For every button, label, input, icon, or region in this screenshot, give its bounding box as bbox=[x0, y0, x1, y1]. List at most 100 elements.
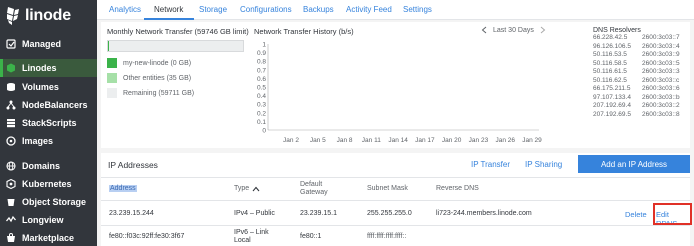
legend-swatch bbox=[107, 73, 117, 83]
dns-ipv4: 50.116.61.5 bbox=[593, 68, 627, 75]
x-tick-label: Jan 2 bbox=[283, 137, 299, 144]
tab-settings[interactable]: Settings bbox=[403, 5, 432, 14]
column-header-address[interactable]: Address bbox=[109, 185, 137, 193]
sidebar-item-volumes[interactable]: Volumes bbox=[0, 78, 97, 96]
dns-resolver-row: 96.126.106.5 2600:3c03::4 bbox=[593, 43, 690, 52]
sidebar: linode Managed Linodes Volumes NodeBalan… bbox=[0, 0, 97, 246]
dns-resolver-row: 50.116.61.5 2600:3c03::3 bbox=[593, 68, 690, 77]
sidebar-item-stackscripts[interactable]: StackScripts bbox=[0, 114, 97, 132]
domains-icon bbox=[6, 161, 16, 171]
x-tick-label: Jan 5 bbox=[310, 137, 326, 144]
sidebar-item-images[interactable]: Images bbox=[0, 132, 97, 150]
legend-label: Remaining (59711 GB) bbox=[123, 89, 195, 97]
tab-backups[interactable]: Backups bbox=[303, 5, 334, 14]
y-tick-label: 0.2 bbox=[257, 110, 266, 117]
dns-ipv6: 2600:3c03::7 bbox=[642, 34, 680, 41]
linode-logo-icon bbox=[7, 7, 19, 25]
tab-analytics[interactable]: Analytics bbox=[109, 5, 141, 14]
legend-swatch bbox=[107, 58, 117, 68]
sidebar-item-label: Managed bbox=[22, 39, 62, 49]
sidebar-item-kubernetes[interactable]: Kubernetes bbox=[0, 175, 97, 193]
ip-address-cell: 23.239.15.244 bbox=[109, 210, 154, 217]
brand-name: linode bbox=[25, 7, 71, 24]
dns-resolver-row: 97.107.133.4 2600:3c03::b bbox=[593, 94, 690, 103]
sidebar-item-label: StackScripts bbox=[22, 118, 77, 128]
y-tick-label: 0 bbox=[262, 128, 266, 135]
sidebar-item-nodebalancers[interactable]: NodeBalancers bbox=[0, 96, 97, 114]
chart-svg: 10.9 0.80.7 0.6 0.50.4 0.30.2 0.1 0 Jan 2 Jan 5 J… bbox=[257, 42, 542, 145]
active-tab-indicator bbox=[144, 18, 194, 20]
ip-type-cell: IPv4 – Public bbox=[234, 210, 275, 217]
column-header-gateway[interactable]: Default Gateway bbox=[300, 181, 328, 197]
sidebar-item-managed[interactable]: Managed bbox=[0, 35, 97, 53]
x-tick-label: Jan 11 bbox=[362, 137, 381, 144]
transfer-usage-bar bbox=[107, 40, 244, 52]
sidebar-item-longview[interactable]: Longview bbox=[0, 211, 97, 229]
sidebar-item-object-storage[interactable]: Object Storage bbox=[0, 193, 97, 211]
y-tick-label: 0.5 bbox=[257, 85, 266, 92]
ip-sharing-button[interactable]: IP Sharing bbox=[525, 160, 562, 169]
sort-up-icon bbox=[252, 186, 260, 192]
dns-ipv6: 2600:3c03::b bbox=[642, 93, 680, 101]
dns-resolver-row: 50.116.62.5 2600:3c03::c bbox=[593, 77, 690, 86]
date-range-label: Last 30 Days bbox=[493, 26, 534, 34]
tab-configurations[interactable]: Configurations bbox=[240, 5, 292, 14]
legend-label: Other entities (35 GB) bbox=[123, 74, 192, 82]
y-tick-label: 0.4 bbox=[257, 93, 266, 100]
ip-type-line1: IPv6 – Link bbox=[234, 229, 269, 236]
dns-ipv6: 2600:3c03::5 bbox=[642, 59, 680, 67]
dns-ipv6: 2600:3c03::2 bbox=[642, 102, 680, 109]
sidebar-item-linodes[interactable]: Linodes bbox=[0, 59, 97, 77]
legend-item: Remaining (59711 GB) bbox=[107, 88, 194, 98]
ip-mask-cell: ffff:ffff:ffff:ffff:: bbox=[367, 233, 407, 240]
delete-ip-button[interactable]: Delete bbox=[625, 210, 647, 219]
tab-network[interactable]: Network bbox=[154, 5, 183, 14]
y-tick-label: 0.7 bbox=[257, 67, 266, 74]
monthly-transfer-title: Monthly Network Transfer (59746 GB limit… bbox=[107, 27, 249, 36]
column-header-reverse-dns[interactable]: Reverse DNS bbox=[436, 185, 479, 193]
x-tick-label: Jan 14 bbox=[388, 137, 408, 144]
add-ip-address-button[interactable]: Add an IP Address bbox=[578, 155, 690, 173]
tab-bar: Analytics Network Storage Configurations… bbox=[97, 0, 694, 20]
legend-swatch bbox=[107, 88, 117, 98]
chevron-left-icon[interactable] bbox=[481, 26, 487, 34]
sidebar-item-marketplace[interactable]: Marketplace bbox=[0, 229, 97, 246]
x-tick-label: Jan 23 bbox=[469, 137, 489, 144]
dns-resolver-row: 207.192.69.4 2600:3c03::2 bbox=[593, 102, 690, 111]
nodebalancers-icon bbox=[6, 100, 16, 110]
object-storage-icon bbox=[7, 199, 15, 206]
column-header-gateway-line2: Gateway bbox=[300, 189, 328, 196]
dns-ipv4: 50.116.58.5 bbox=[593, 59, 627, 67]
x-tick-label: Jan 26 bbox=[495, 137, 515, 144]
y-tick-label: 0.8 bbox=[257, 59, 266, 66]
date-range-picker: Last 30 Days bbox=[481, 26, 546, 34]
column-header-type-label: Type bbox=[234, 185, 250, 192]
linode-logo[interactable]: linode bbox=[5, 5, 71, 27]
dns-ipv6: 2600:3c03::3 bbox=[642, 68, 680, 75]
tab-activity-feed[interactable]: Activity Feed bbox=[346, 5, 392, 14]
dns-resolver-row: 66.228.42.5 2600:3c03::7 bbox=[593, 34, 690, 43]
y-tick-label: 1 bbox=[262, 42, 266, 49]
y-tick-label: 0.3 bbox=[257, 102, 266, 109]
ip-type-line2: Local bbox=[234, 237, 251, 244]
sidebar-item-label: Domains bbox=[22, 161, 61, 171]
tab-storage[interactable]: Storage bbox=[199, 5, 227, 14]
dns-resolver-row: 207.192.69.5 2600:3c03::8 bbox=[593, 111, 690, 120]
divider bbox=[101, 225, 690, 226]
chevron-right-icon[interactable] bbox=[540, 26, 546, 34]
column-header-subnet-mask[interactable]: Subnet Mask bbox=[367, 185, 408, 193]
column-header-address-label: Address bbox=[109, 185, 137, 192]
ip-addresses-panel: IP Addresses IP Transfer IP Sharing Add … bbox=[101, 153, 692, 246]
column-header-type[interactable]: Type bbox=[234, 185, 260, 193]
x-tick-label: Jan 8 bbox=[337, 137, 353, 144]
dns-ipv4: 50.116.53.5 bbox=[593, 51, 627, 58]
divider bbox=[101, 200, 690, 201]
ip-gateway-cell: 23.239.15.1 bbox=[300, 210, 337, 217]
ip-transfer-button[interactable]: IP Transfer bbox=[471, 160, 510, 169]
transfer-history-title: Network Transfer History (b/s) bbox=[254, 27, 354, 36]
x-tick-label: Jan 29 bbox=[522, 137, 542, 144]
stackscripts-icon bbox=[7, 119, 15, 128]
sidebar-item-domains[interactable]: Domains bbox=[0, 157, 97, 175]
longview-icon bbox=[6, 215, 16, 223]
sidebar-item-label: Longview bbox=[22, 215, 64, 225]
